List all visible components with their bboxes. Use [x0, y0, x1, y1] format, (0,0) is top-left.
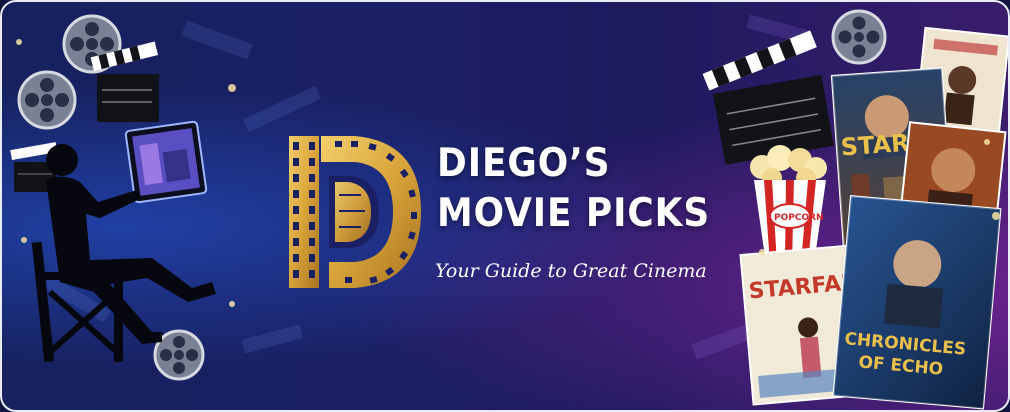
brand-block: DIEGO’S MOVIE PICKS Your Guide to Great … — [285, 127, 745, 297]
brand-title-line-1: DIEGO’S — [437, 141, 611, 186]
poster-chronicles: CHRONICLES OF ECHO — [832, 195, 1002, 410]
d-film-logo-icon — [289, 136, 421, 288]
popcorn-icon: POPCORN — [750, 145, 827, 264]
banner: STARFALL POPCORN STARFALL CHRONICLES OF … — [0, 0, 1010, 412]
brand-title-line-2: MOVIE PICKS — [437, 191, 711, 236]
film-reel-icon — [831, 9, 887, 65]
brand-tagline: Your Guide to Great Cinema — [435, 260, 707, 282]
popcorn-label: POPCORN — [774, 213, 824, 223]
